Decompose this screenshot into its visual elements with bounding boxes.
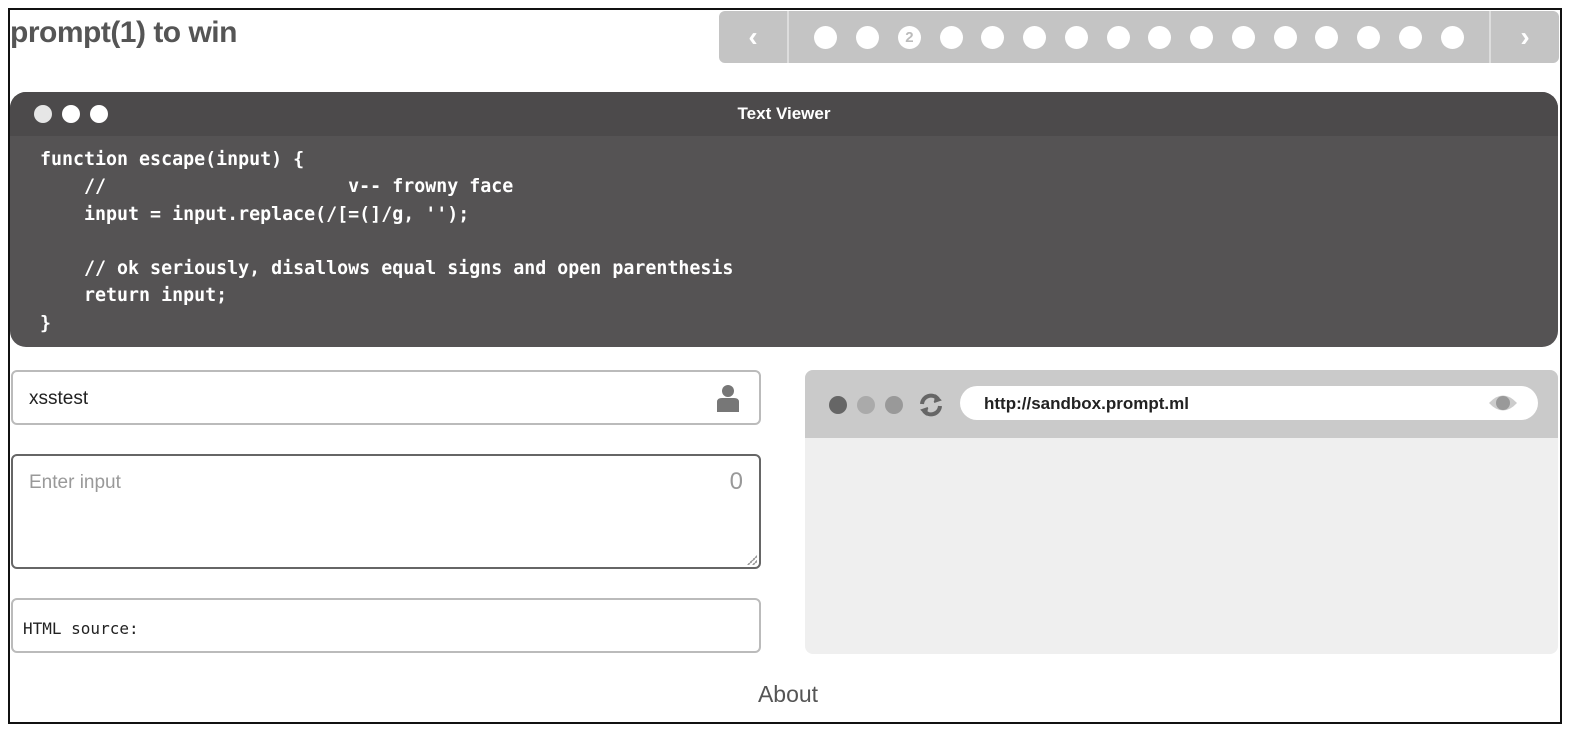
level-dot-9[interactable] <box>1190 25 1214 49</box>
url-text: http://sandbox.prompt.ml <box>984 394 1189 413</box>
char-count: 0 <box>729 468 743 495</box>
page-title: prompt(1) to win <box>10 16 237 49</box>
prev-level-button[interactable]: ‹ <box>719 11 789 63</box>
level-dot-4[interactable] <box>981 25 1005 49</box>
level-dot-15[interactable] <box>1440 25 1464 49</box>
level-dot-5[interactable] <box>1023 25 1047 49</box>
username-field[interactable]: xsstest <box>11 370 761 425</box>
browser-dot-icon <box>885 396 903 414</box>
next-level-button[interactable]: › <box>1489 11 1559 63</box>
input-textarea[interactable]: Enter input 0 <box>11 454 761 569</box>
level-dot-7[interactable] <box>1106 25 1130 49</box>
resize-handle[interactable] <box>747 555 757 565</box>
sandbox-browser: http://sandbox.prompt.ml <box>805 370 1558 654</box>
level-dot-10[interactable] <box>1231 25 1255 49</box>
about-link[interactable]: About <box>0 681 1576 708</box>
user-icon <box>715 384 741 417</box>
level-dot-14[interactable] <box>1398 25 1422 49</box>
browser-toolbar: http://sandbox.prompt.ml <box>805 370 1558 438</box>
level-dot-8[interactable] <box>1148 25 1172 49</box>
level-dot-6[interactable] <box>1064 25 1088 49</box>
chevron-left-icon: ‹ <box>748 21 758 52</box>
viewer-title: Text Viewer <box>737 104 831 123</box>
browser-dot-icon <box>829 396 847 414</box>
code-block: function escape(input) { // v-- frowny f… <box>40 149 734 334</box>
level-dot-3[interactable] <box>939 25 963 49</box>
level-dots: 2 <box>789 25 1489 49</box>
level-dot-0[interactable] <box>814 25 838 49</box>
text-viewer: Text Viewer function escape(input) { // … <box>10 92 1558 347</box>
level-dot-13[interactable] <box>1357 25 1381 49</box>
username-value: xsstest <box>29 388 89 409</box>
url-bar[interactable]: http://sandbox.prompt.ml <box>960 386 1538 420</box>
level-pager: ‹ 2 › <box>719 11 1559 63</box>
level-dot-1[interactable] <box>856 25 880 49</box>
browser-dot-icon <box>857 396 875 414</box>
viewer-titlebar: Text Viewer <box>10 92 1558 136</box>
level-dot-12[interactable] <box>1315 25 1339 49</box>
refresh-icon[interactable] <box>917 391 945 424</box>
eye-icon[interactable] <box>1488 392 1518 419</box>
input-placeholder: Enter input <box>29 472 121 493</box>
html-source-label: HTML source: <box>23 619 139 638</box>
level-dot-2[interactable]: 2 <box>897 25 921 49</box>
html-source-box: HTML source: <box>11 598 761 653</box>
level-dot-11[interactable] <box>1273 25 1297 49</box>
chevron-right-icon: › <box>1520 21 1530 52</box>
